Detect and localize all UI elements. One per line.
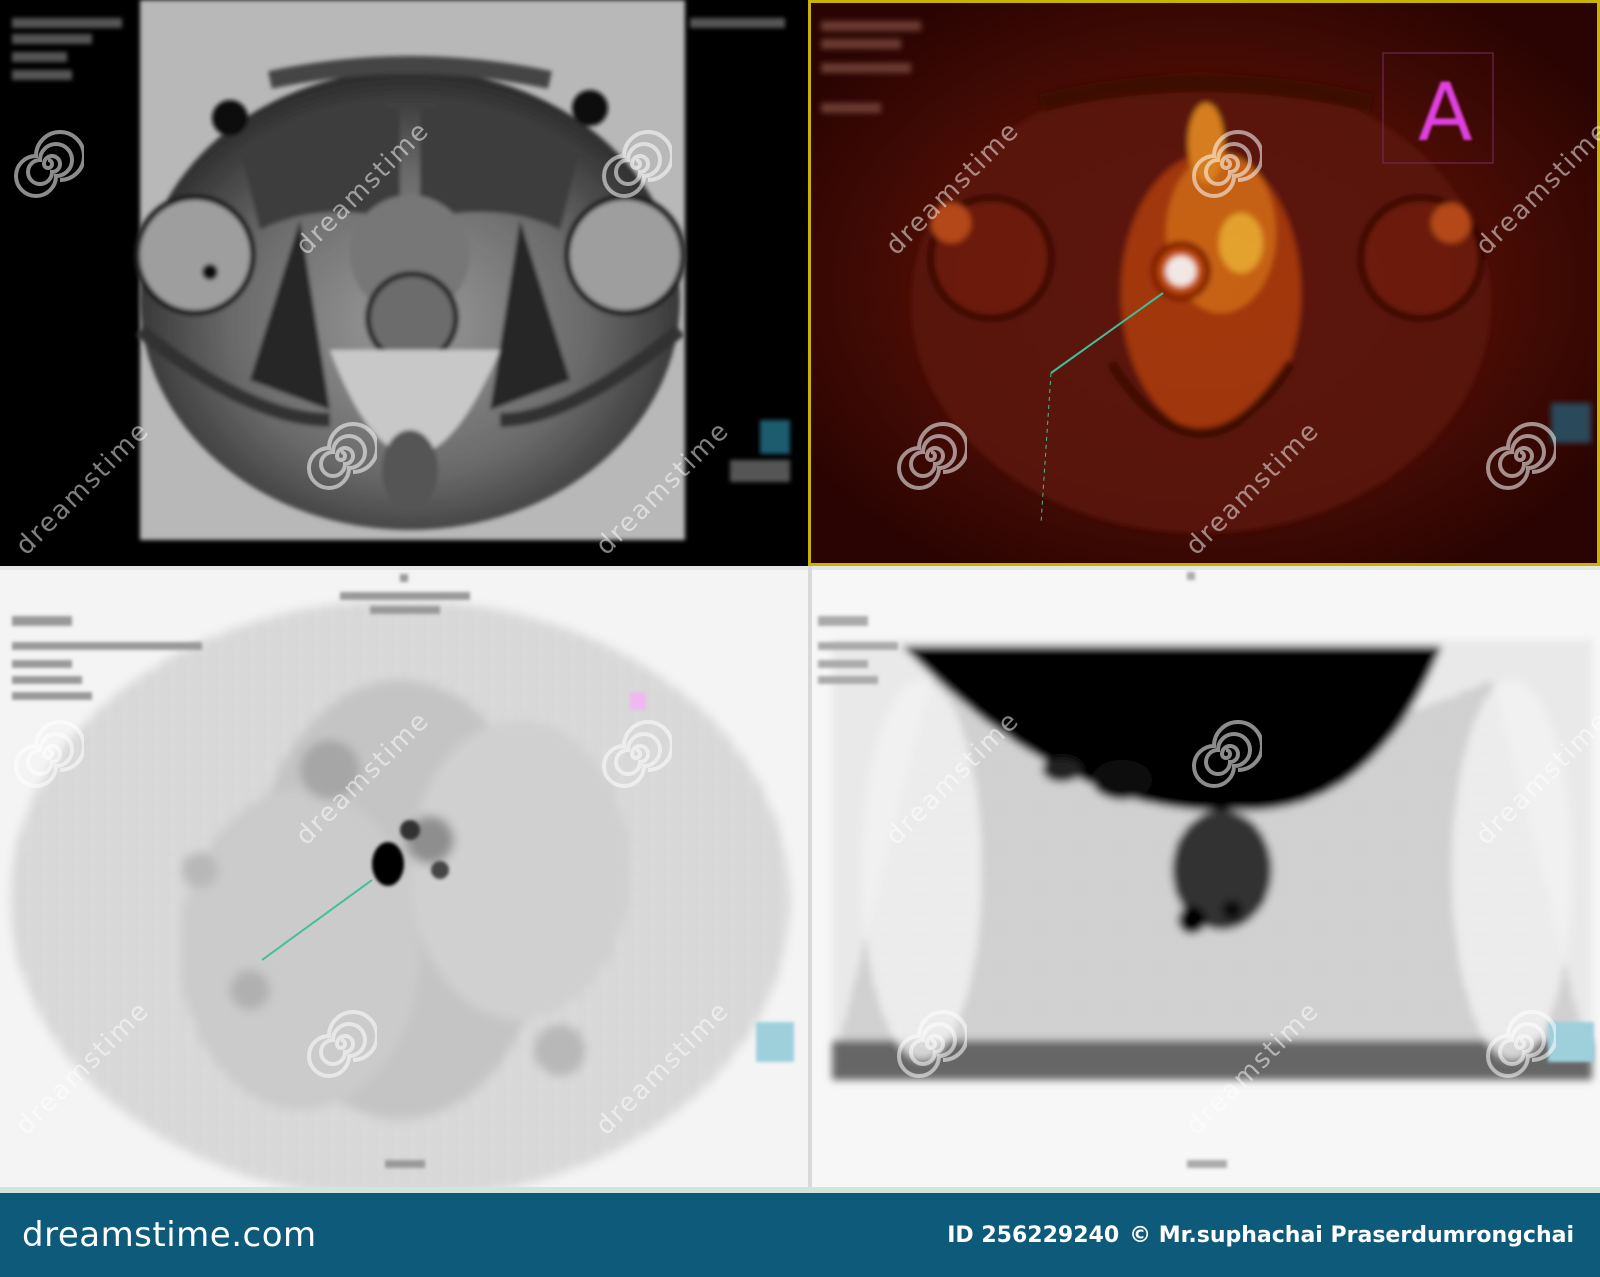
brand-logo-text[interactable]: dreamstime.com	[22, 1215, 317, 1255]
watermark-spiral-icon	[307, 422, 377, 490]
watermark-spiral-icon	[14, 720, 84, 788]
pet-axial-image	[0, 570, 808, 1187]
medical-image-viewer: A dreamstime dreamstime dreamstime dream…	[0, 0, 1600, 1187]
watermark-spiral-icon	[1486, 1010, 1556, 1078]
watermark-spiral-icon	[1192, 130, 1262, 198]
watermark-spiral-icon	[307, 1010, 377, 1078]
watermark-spiral-icon	[14, 130, 84, 198]
pane-letter-marker: A	[1418, 66, 1473, 159]
watermark-spiral-icon	[602, 720, 672, 788]
image-credit: ID 256229240 © Mr.suphachai Praserdumron…	[947, 1223, 1574, 1248]
stock-footer-bar: dreamstime.com ID 256229240 © Mr.suphach…	[0, 1187, 1600, 1277]
watermark-spiral-icon	[602, 130, 672, 198]
pet-axial-pane[interactable]	[0, 570, 808, 1187]
watermark-spiral-icon	[897, 422, 967, 490]
watermark-spiral-icon	[897, 1010, 967, 1078]
watermark-spiral-icon	[1486, 422, 1556, 490]
watermark-spiral-icon	[1192, 720, 1262, 788]
image-id: ID 256229240	[947, 1222, 1120, 1248]
image-author: © Mr.suphachai Praserdumrongchai	[1129, 1222, 1574, 1248]
